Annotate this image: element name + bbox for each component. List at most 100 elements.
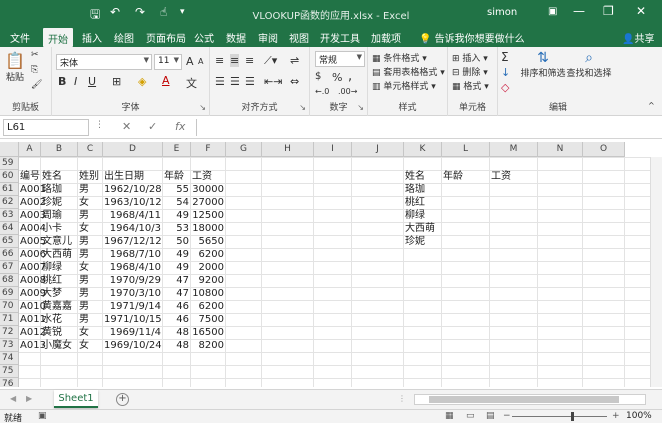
cell[interactable]: 水花: [42, 313, 76, 326]
cell[interactable]: A013: [20, 339, 46, 352]
cell[interactable]: 1968/4/10: [104, 261, 161, 274]
column-header[interactable]: D: [103, 142, 163, 157]
merge-center-icon[interactable]: ⇔: [290, 75, 299, 88]
tab-view[interactable]: 视图: [289, 30, 309, 45]
cell[interactable]: 男: [79, 313, 101, 326]
row-header[interactable]: 72: [0, 326, 19, 339]
cell[interactable]: 50: [164, 235, 189, 248]
tab-file[interactable]: 文件: [10, 30, 30, 45]
tab-page-layout[interactable]: 页面布局: [146, 30, 186, 45]
page-layout-view-icon[interactable]: ▭: [466, 411, 475, 421]
cell[interactable]: 桃红: [405, 196, 440, 209]
restore-icon[interactable]: ❐: [603, 4, 614, 18]
clear-icon[interactable]: ◇: [501, 81, 509, 94]
cell[interactable]: 47: [164, 287, 189, 300]
row-header[interactable]: 67: [0, 261, 19, 274]
cell[interactable]: 女: [79, 261, 101, 274]
row-header[interactable]: 68: [0, 274, 19, 287]
borders-icon[interactable]: ⊞: [112, 75, 121, 88]
column-header[interactable]: L: [442, 142, 490, 157]
row-header[interactable]: 73: [0, 339, 19, 352]
cell[interactable]: 1969/11/4: [104, 326, 161, 339]
orientation-icon[interactable]: ⟋▾: [264, 54, 277, 68]
cell[interactable]: 1969/10/24: [104, 339, 162, 352]
italic-button[interactable]: I: [74, 75, 77, 88]
cell[interactable]: 男: [79, 287, 101, 300]
cell[interactable]: 工资: [192, 170, 224, 183]
paste-button[interactable]: 📋 粘贴: [3, 51, 27, 83]
column-header[interactable]: G: [226, 142, 262, 157]
cell[interactable]: 27000: [192, 196, 224, 209]
cell[interactable]: 男: [79, 183, 101, 196]
row-header[interactable]: 62: [0, 196, 19, 209]
cell[interactable]: 文意儿: [42, 235, 76, 248]
launcher-icon[interactable]: ↘: [357, 103, 364, 112]
column-header[interactable]: H: [262, 142, 314, 157]
wrap-text-icon[interactable]: ⇌: [290, 54, 299, 67]
cell[interactable]: 珍妮: [405, 235, 440, 248]
cell[interactable]: 柳绿: [405, 209, 440, 222]
zoom-slider[interactable]: [512, 416, 607, 417]
phonetic-icon[interactable]: 文: [186, 75, 197, 91]
row-header[interactable]: 59: [0, 157, 19, 170]
decrease-decimal-icon[interactable]: .00→: [338, 87, 357, 96]
tell-me-search[interactable]: 💡 告诉我你想要做什么: [419, 30, 525, 45]
tab-addins[interactable]: 加载项: [371, 30, 401, 45]
cell[interactable]: A003: [20, 209, 46, 222]
column-header[interactable]: C: [78, 142, 103, 157]
cell[interactable]: 2000: [192, 261, 224, 274]
horizontal-scrollbar[interactable]: [414, 394, 646, 405]
name-box[interactable]: L61: [3, 119, 89, 136]
row-header[interactable]: 71: [0, 313, 19, 326]
align-left-icon[interactable]: ☰: [215, 75, 225, 88]
add-sheet-button[interactable]: +: [116, 393, 129, 406]
font-name-select[interactable]: 宋体 ▼: [56, 54, 152, 70]
launcher-icon[interactable]: ↘: [199, 103, 206, 112]
share-button[interactable]: 👤共享: [622, 30, 654, 45]
row-header[interactable]: 64: [0, 222, 19, 235]
column-header[interactable]: O: [583, 142, 625, 157]
launcher-icon[interactable]: ↘: [299, 103, 306, 112]
cell[interactable]: 5650: [192, 235, 224, 248]
row-header[interactable]: 74: [0, 352, 19, 365]
formula-input[interactable]: [196, 119, 659, 136]
cell[interactable]: 46: [164, 300, 189, 313]
cell[interactable]: 30000: [192, 183, 224, 196]
cell[interactable]: 1968/4/11: [104, 209, 161, 222]
cell[interactable]: 55: [164, 183, 189, 196]
cell[interactable]: 49: [164, 248, 189, 261]
cell[interactable]: 9200: [192, 274, 224, 287]
normal-view-icon[interactable]: ▦: [445, 411, 454, 421]
cell[interactable]: 男: [79, 209, 101, 222]
cell[interactable]: A008: [20, 274, 46, 287]
cell[interactable]: 1967/12/12: [104, 235, 162, 248]
row-header[interactable]: 76: [0, 378, 19, 387]
autosum-icon[interactable]: Σ: [501, 50, 509, 64]
next-sheet-icon[interactable]: ▶: [26, 394, 32, 403]
column-header[interactable]: K: [404, 142, 442, 157]
row-header[interactable]: 61: [0, 183, 19, 196]
cell[interactable]: A006: [20, 248, 46, 261]
cut-icon[interactable]: ✂: [31, 50, 39, 60]
cell[interactable]: 出生日期: [104, 170, 161, 183]
cell[interactable]: 1970/3/10: [104, 287, 161, 300]
sort-filter-button[interactable]: ⇅ 排序和筛选: [520, 50, 566, 79]
conditional-format-button[interactable]: ▦ 条件格式 ▾: [372, 51, 427, 64]
cell[interactable]: 48: [164, 339, 189, 352]
cell[interactable]: 16500: [192, 326, 224, 339]
scrollbar-thumb[interactable]: [429, 396, 619, 403]
delete-cells-button[interactable]: ⊟ 删除 ▾: [452, 65, 488, 78]
enter-icon[interactable]: ✓: [148, 120, 157, 133]
cell[interactable]: 1968/7/10: [104, 248, 161, 261]
cell[interactable]: 黄嘉嘉: [42, 300, 76, 313]
cell[interactable]: 工资: [491, 170, 536, 183]
cell[interactable]: 编号: [20, 170, 40, 183]
zoom-level[interactable]: 100%: [626, 411, 652, 421]
shrink-font-button[interactable]: A: [198, 57, 203, 66]
cell[interactable]: A004: [20, 222, 46, 235]
tab-home[interactable]: 开始: [43, 28, 73, 47]
prev-sheet-icon[interactable]: ◀: [10, 394, 16, 403]
fill-icon[interactable]: ↓: [501, 66, 510, 79]
format-cells-button[interactable]: ▦ 格式 ▾: [452, 79, 489, 92]
cell[interactable]: 6200: [192, 248, 224, 261]
